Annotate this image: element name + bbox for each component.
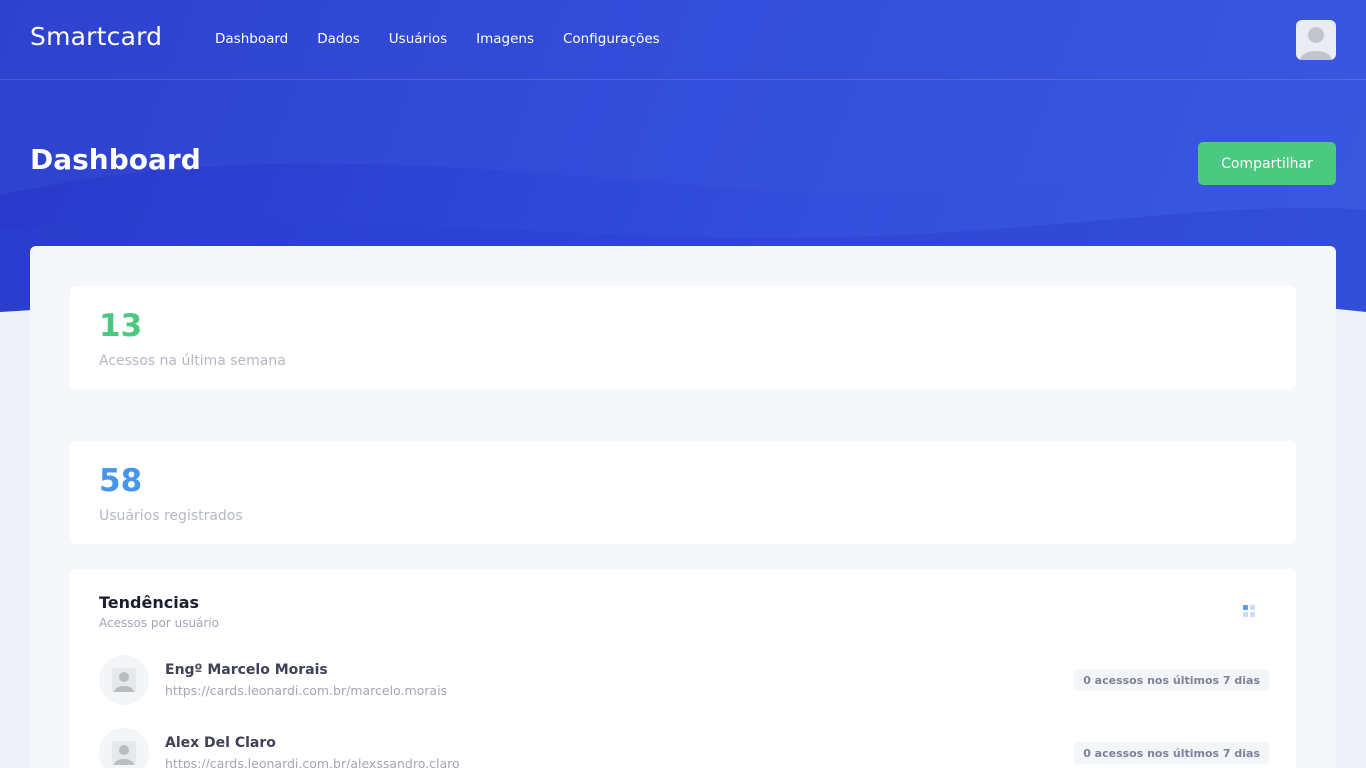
nav-item-imagens[interactable]: Imagens [476,31,534,47]
main-nav: Dashboard Dados Usuários Imagens Configu… [215,31,689,47]
nav-item-configuracoes[interactable]: Configurações [563,31,660,47]
user-silhouette-icon [1300,27,1332,60]
top-navigation-bar: Smartcard Dashboard Dados Usuários Image… [0,0,1366,80]
stat-label: Usuários registrados [99,508,243,524]
user-name: Alex Del Claro [165,735,276,751]
list-item: Engº Marcelo Morais https://cards.leonar… [99,655,1269,707]
trends-card: Tendências Acessos por usuário Engº Marc… [70,569,1296,768]
user-card-link[interactable]: https://cards.leonardi.com.br/alexssandr… [165,756,460,768]
stat-label: Acessos na última semana [99,353,286,369]
nav-item-dados[interactable]: Dados [317,31,360,47]
nav-item-dashboard[interactable]: Dashboard [215,31,288,47]
dashboard-content-card: 13 Acessos na última semana 58 Usuários … [30,246,1336,768]
avatar [99,655,149,705]
user-name: Engº Marcelo Morais [165,662,328,678]
trends-title: Tendências [99,593,200,612]
stat-card-registered-users: 58 Usuários registrados [70,441,1296,544]
page-title: Dashboard [30,143,201,176]
stat-card-weekly-access: 13 Acessos na última semana [70,286,1296,389]
avatar [99,728,149,768]
list-item: Alex Del Claro https://cards.leonardi.co… [99,728,1269,768]
user-card-link[interactable]: https://cards.leonardi.com.br/marcelo.mo… [165,683,447,698]
nav-item-usuarios[interactable]: Usuários [389,31,447,47]
user-silhouette-icon [114,745,134,765]
brand-logo[interactable]: Smartcard [30,22,162,51]
access-count-badge: 0 acessos nos últimos 7 dias [1074,742,1269,764]
share-button[interactable]: Compartilhar [1198,142,1336,185]
access-count-badge: 0 acessos nos últimos 7 dias [1074,669,1269,691]
grid-dots-icon[interactable] [1240,602,1256,618]
stat-value: 13 [99,308,143,344]
user-avatar-button[interactable] [1296,20,1336,60]
stat-value: 58 [99,463,143,499]
trends-subtitle: Acessos por usuário [99,616,220,630]
user-silhouette-icon [114,672,134,692]
